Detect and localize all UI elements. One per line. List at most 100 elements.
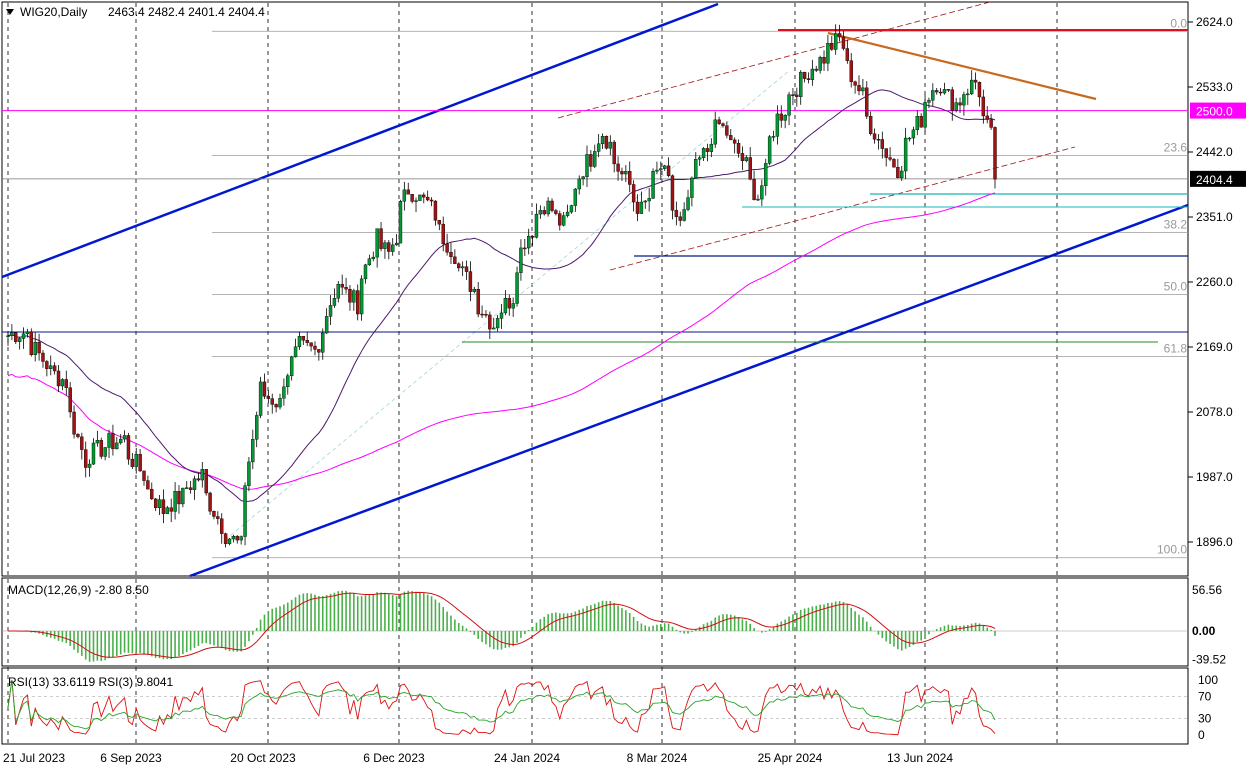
candle-body xyxy=(192,478,197,490)
candle-body xyxy=(546,200,550,215)
x-tick-label: 24 Jan 2024 xyxy=(494,751,560,765)
x-tick-label: 6 Dec 2023 xyxy=(363,751,425,765)
macd-title: MACD(12,26,9) -2.80 8.50 xyxy=(8,583,149,597)
candle-body xyxy=(666,165,671,176)
candle-body xyxy=(523,247,527,250)
candle-body xyxy=(853,81,857,86)
candle-body xyxy=(651,171,655,199)
drawings: 0.0 23.6 38.2 50.0 61.8 100.0 2500.0 2404.4 xyxy=(1,1,1246,578)
candle-body xyxy=(771,136,776,138)
candle-body xyxy=(297,336,302,347)
candle-body xyxy=(161,499,166,514)
candle-body xyxy=(554,210,558,214)
candle-body xyxy=(122,435,127,440)
candle-body xyxy=(118,438,123,444)
candle-body xyxy=(783,115,787,121)
candle-body xyxy=(663,165,667,169)
candle-body xyxy=(309,342,313,347)
candle-body xyxy=(56,370,61,387)
candle-body xyxy=(565,211,570,216)
candle-body xyxy=(530,235,535,238)
candle-body xyxy=(686,197,690,210)
candle-body xyxy=(84,449,88,468)
candle-body xyxy=(235,536,239,541)
candle-body xyxy=(682,209,686,221)
candle-body xyxy=(779,113,783,121)
candle-body xyxy=(208,492,212,512)
candle-body xyxy=(993,127,997,180)
candle-body xyxy=(791,94,795,96)
candle-body xyxy=(17,338,22,342)
candle-body xyxy=(713,119,717,145)
candle-body xyxy=(884,148,888,158)
candle-body xyxy=(593,151,597,167)
candle-body xyxy=(410,193,414,202)
candle-body xyxy=(91,442,96,465)
candle-body xyxy=(340,284,344,288)
candle-body xyxy=(511,303,515,309)
candle-body xyxy=(923,102,927,128)
candle-body xyxy=(830,42,834,50)
candle-body xyxy=(379,228,383,249)
candle-body xyxy=(744,157,749,161)
candle-body xyxy=(305,340,309,343)
candle-body xyxy=(799,71,803,97)
candle-body xyxy=(639,201,644,214)
candles xyxy=(6,24,997,548)
x-tick-label: 20 Oct 2023 xyxy=(230,751,296,765)
candle-body xyxy=(806,78,811,80)
candle-body xyxy=(620,171,624,175)
candle-body xyxy=(907,137,912,140)
candle-body xyxy=(254,415,259,440)
candle-body xyxy=(60,379,65,387)
candle-body xyxy=(892,159,896,168)
rsi-y-label: 30 xyxy=(1198,712,1212,726)
menu-triangle-icon[interactable] xyxy=(6,9,14,15)
candle-body xyxy=(950,89,954,111)
candle-body xyxy=(95,440,100,444)
candle-body xyxy=(402,189,407,202)
candle-body xyxy=(29,331,34,356)
candle-body xyxy=(985,115,989,120)
y-tick-label: 1987.0 xyxy=(1196,470,1233,484)
candle-body xyxy=(146,480,150,490)
trading-chart[interactable]: 0.0 23.6 38.2 50.0 61.8 100.0 2500.0 2404.4 21 … xyxy=(0,0,1253,771)
candle-body xyxy=(845,48,850,61)
candle-body xyxy=(126,435,131,460)
candle-body xyxy=(837,33,842,38)
price-panel[interactable] xyxy=(1,1,1189,577)
candle-body xyxy=(810,68,815,80)
candle-body xyxy=(52,365,57,372)
candle-body xyxy=(231,536,236,540)
candle-body xyxy=(328,305,333,317)
candle-body xyxy=(841,36,846,49)
candle-body xyxy=(390,244,395,252)
candle-body xyxy=(266,396,271,399)
candle-body xyxy=(488,314,492,330)
y-tick-label: 1896.0 xyxy=(1196,535,1233,549)
candle-body xyxy=(550,200,554,211)
rsi-y-label: 0 xyxy=(1198,728,1205,742)
macd-y-label: -39.52 xyxy=(1192,653,1226,667)
candle-body xyxy=(418,194,422,201)
candle-body xyxy=(103,447,107,457)
candle-body xyxy=(962,94,966,106)
candle-body xyxy=(499,312,504,319)
candle-body xyxy=(989,119,993,128)
x-tick-label: 8 Mar 2024 xyxy=(627,751,688,765)
candle-body xyxy=(861,87,865,92)
candle-body xyxy=(14,332,18,342)
candle-body xyxy=(286,375,290,388)
candle-body xyxy=(142,470,146,481)
candle-body xyxy=(748,157,752,180)
candle-body xyxy=(822,56,826,64)
candle-body xyxy=(344,287,348,290)
candle-body xyxy=(41,352,45,362)
x-tick-label: 25 Apr 2024 xyxy=(758,751,823,765)
candle-body xyxy=(150,488,154,500)
candle-body xyxy=(756,198,760,201)
candle-body xyxy=(437,220,442,225)
candle-body xyxy=(317,349,321,353)
candle-body xyxy=(169,507,173,512)
candle-body xyxy=(659,168,663,171)
